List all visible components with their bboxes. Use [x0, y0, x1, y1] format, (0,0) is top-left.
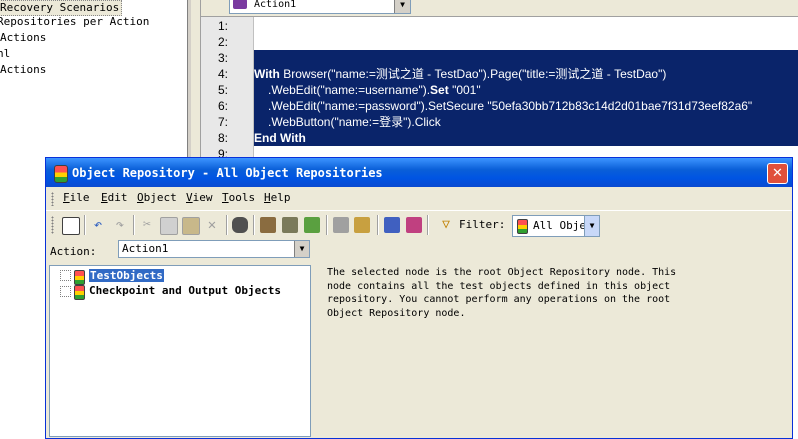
info-line: The selected node is the root Object Rep…: [327, 267, 677, 278]
line-number: 6:: [217, 99, 228, 113]
menu-file[interactable]: File: [63, 191, 90, 205]
filter-icon: ▽: [442, 217, 450, 232]
line-number: 3:: [217, 51, 228, 65]
keyword: Set: [430, 83, 449, 97]
copy-icon[interactable]: [160, 217, 178, 235]
tree-expander[interactable]: [60, 270, 71, 281]
info-line: repository. You cannot perform any opera…: [327, 294, 671, 305]
editor-margin: [191, 0, 201, 157]
highlight-icon[interactable]: [333, 217, 349, 233]
keyword: With: [254, 67, 280, 81]
chevron-down-icon[interactable]: ▼: [394, 0, 410, 13]
menu-help[interactable]: Help: [264, 191, 291, 205]
redo-icon[interactable]: ↷: [112, 217, 128, 233]
grip-icon[interactable]: [51, 192, 54, 206]
object-repository-icon: [74, 285, 85, 300]
object-repository-dialog: Object Repository - All Object Repositor…: [45, 157, 793, 439]
tree-item-actions[interactable]: Actions: [0, 31, 46, 45]
dialog-title: Object Repository - All Object Repositor…: [72, 166, 383, 180]
tree-item-recovery-scenarios[interactable]: Recovery Scenarios: [0, 0, 123, 16]
action-value: Action1: [122, 242, 169, 255]
paste-icon[interactable]: [182, 217, 200, 235]
code-line-4[interactable]: With Browser("name:=测试之道 - TestDao").Pag…: [254, 66, 666, 82]
line-number: 4:: [217, 67, 228, 81]
export-icon[interactable]: [304, 217, 320, 233]
associate-icon[interactable]: [406, 217, 422, 233]
delete-icon[interactable]: ✕: [204, 217, 220, 233]
action-label: Action:: [50, 245, 97, 258]
code-line-6[interactable]: .WebEdit("name:=password").SetSecure "50…: [268, 98, 752, 114]
tree-node-test-objects[interactable]: TestObjects: [89, 269, 164, 283]
grip-icon[interactable]: [51, 216, 54, 234]
filter-value: All Obje: [533, 219, 586, 232]
chevron-down-icon[interactable]: ▼: [584, 216, 599, 236]
info-message: The selected node is the root Object Rep…: [327, 266, 687, 320]
filter-select[interactable]: All Obje ▼: [512, 215, 600, 237]
object-repository-icon: [517, 219, 528, 234]
menu-tools[interactable]: Tools: [222, 191, 255, 205]
tree-item-actions-2[interactable]: Actions: [0, 63, 46, 77]
find-icon[interactable]: [232, 217, 248, 233]
object-properties-icon[interactable]: [62, 217, 80, 235]
object-repository-icon: [74, 270, 85, 285]
object-spy-icon[interactable]: [384, 217, 400, 233]
tree-item-repositories-per-action[interactable]: Repositories per Action: [0, 15, 149, 29]
line-number: 1:: [217, 19, 228, 33]
undo-icon[interactable]: ↶: [90, 217, 106, 233]
menu-bar: File Edit Object View Tools Help: [46, 188, 792, 208]
line-number: 7:: [217, 115, 228, 129]
left-tree-panel: Recovery Scenarios Repositories per Acti…: [0, 0, 187, 157]
tree-item-nl[interactable]: nl: [0, 47, 10, 61]
menu-object[interactable]: Object: [137, 191, 177, 205]
editor-action-combo[interactable]: Action1 ▼: [229, 0, 411, 14]
editor-action-value: Action1: [254, 0, 297, 10]
code-text: .WebButton("name:=登录").Click: [268, 115, 441, 129]
code-text: .WebEdit("name:=username").: [268, 83, 431, 97]
toolbar: ↶ ↷ ✂ ✕ ▽ Filter: All Obje ▼: [46, 210, 792, 238]
menu-edit[interactable]: Edit: [101, 191, 128, 205]
dialog-titlebar[interactable]: Object Repository - All Object Repositor…: [46, 158, 792, 187]
code-text: Browser("name:=测试之道 - TestDao").Page("ti…: [279, 67, 667, 81]
tree-node-label: TestObjects: [89, 269, 164, 282]
line-number: 2:: [217, 35, 228, 49]
code-line-5[interactable]: .WebEdit("name:=username").Set "001": [268, 82, 481, 98]
code-line-8[interactable]: End With: [254, 130, 306, 146]
tree-node-label: Checkpoint and Output Objects: [89, 284, 282, 297]
add-object-icon[interactable]: [260, 217, 276, 233]
menu-view[interactable]: View: [186, 191, 213, 205]
locate-icon[interactable]: [354, 217, 370, 233]
action-select[interactable]: Action1 ▼: [118, 240, 310, 258]
line-number: 5:: [217, 83, 228, 97]
cut-icon[interactable]: ✂: [139, 217, 155, 233]
tree-expander[interactable]: [60, 286, 71, 297]
keyword: End With: [254, 131, 306, 145]
info-line: Object Repository node.: [327, 307, 466, 319]
add-objects-icon[interactable]: [282, 217, 298, 233]
object-tree[interactable]: TestObjects Checkpoint and Output Object…: [49, 265, 311, 437]
filter-label: Filter:: [459, 218, 506, 231]
code-line-7[interactable]: .WebButton("name:=登录").Click: [268, 114, 441, 130]
object-repository-icon: [54, 165, 68, 183]
code-text: .WebEdit("name:=password").SetSecure "50…: [268, 99, 753, 113]
code-text: "001": [448, 83, 481, 97]
chevron-down-icon[interactable]: ▼: [294, 241, 309, 257]
tree-node-checkpoint-objects[interactable]: Checkpoint and Output Objects: [89, 284, 281, 298]
action-row: Action: Action1 ▼: [46, 238, 792, 262]
info-line: node contains all the test objects defin…: [327, 280, 671, 292]
action-icon: [233, 0, 247, 9]
line-number: 8:: [217, 131, 228, 145]
close-button[interactable]: ✕: [767, 163, 788, 184]
line-number-gutter: 1: 2: 3: 4: 5: 6: 7: 8: 9:: [201, 17, 254, 161]
